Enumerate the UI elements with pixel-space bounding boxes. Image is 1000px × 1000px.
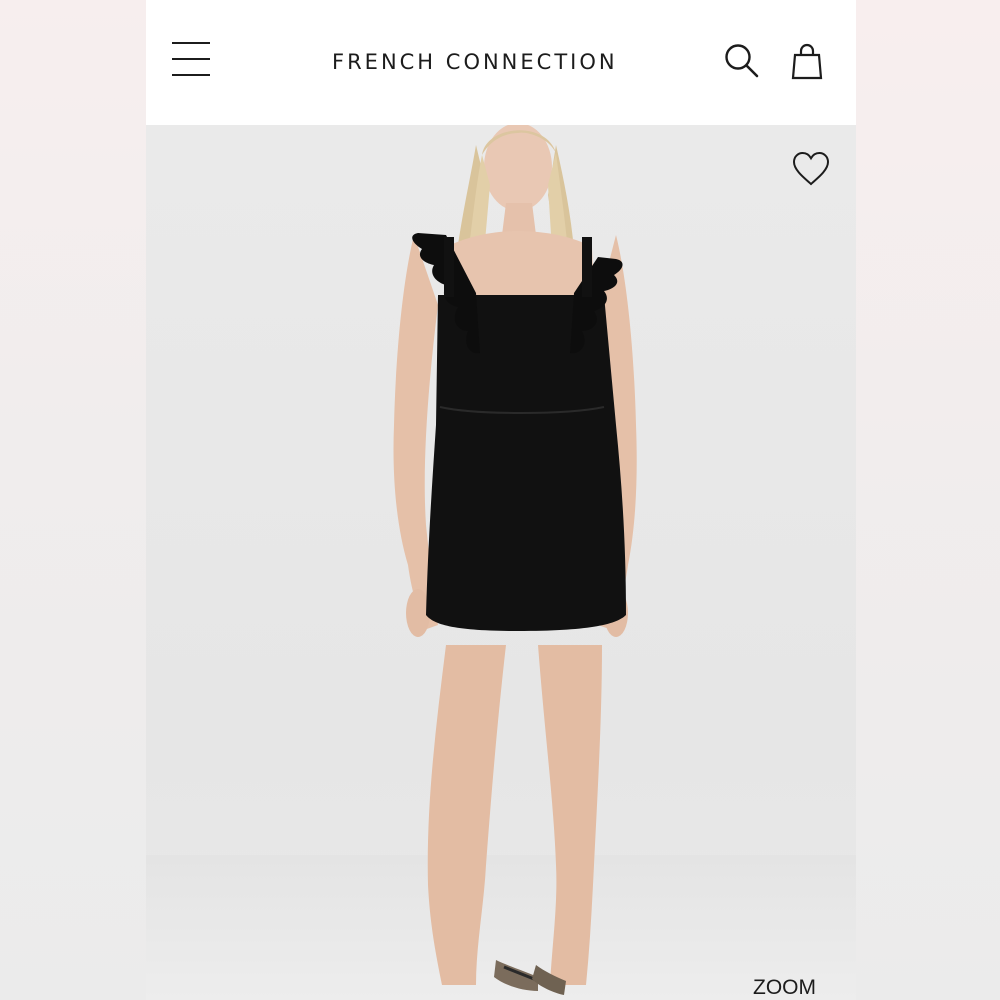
search-button[interactable] bbox=[724, 42, 760, 80]
product-image[interactable]: ZOOM bbox=[146, 125, 856, 1000]
model-wearing-dress-illustration bbox=[393, 125, 637, 995]
wishlist-button[interactable] bbox=[791, 151, 831, 187]
zoom-button[interactable]: ZOOM bbox=[753, 976, 816, 1000]
menu-button[interactable] bbox=[172, 42, 210, 76]
heart-outline-icon bbox=[792, 151, 830, 186]
menu-line bbox=[172, 74, 210, 76]
site-header: FRENCH CONNECTION bbox=[146, 0, 856, 125]
search-icon bbox=[725, 44, 759, 78]
shopping-bag-icon bbox=[791, 43, 823, 80]
left-backdrop bbox=[0, 0, 146, 1000]
hamburger-menu-icon bbox=[172, 42, 210, 44]
mobile-screen: FRENCH CONNECTION ZOOM bbox=[146, 0, 856, 1000]
cart-button[interactable] bbox=[790, 42, 824, 80]
menu-line bbox=[172, 58, 210, 60]
brand-logo[interactable]: FRENCH CONNECTION bbox=[332, 50, 618, 74]
right-backdrop bbox=[856, 0, 1000, 1000]
